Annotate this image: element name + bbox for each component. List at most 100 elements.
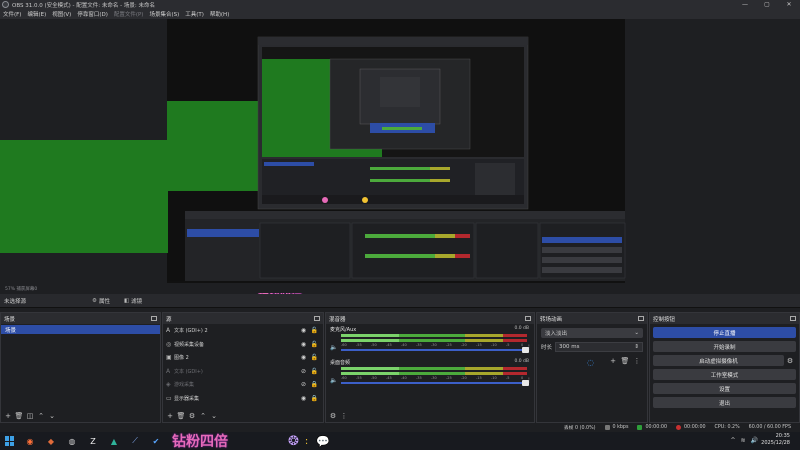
app-diamond-icon[interactable]: ◆ xyxy=(45,435,57,447)
duration-spinbox[interactable]: 300 ms ⇕ xyxy=(555,342,643,352)
add-scene-button[interactable]: + xyxy=(3,411,13,421)
menu-profile[interactable]: 配置文件(P) xyxy=(111,10,147,18)
volume-slider[interactable] xyxy=(341,380,529,386)
volume-slider[interactable] xyxy=(341,347,529,353)
spin-arrows-icon: ⇕ xyxy=(634,344,639,350)
check-app-icon[interactable]: ✔ xyxy=(150,435,162,447)
undock-icon[interactable] xyxy=(525,316,531,321)
sources-list: A 文本 (GDI+) 2 ◉ 🔓 ◎ 视频采集设备 ◉ 🔓 ▣ 图像 2 ◉ 🔓 A 文本 (GDI+)… xyxy=(163,324,323,405)
controls-dock-header: 控制按钮 xyxy=(650,313,799,324)
volume-icon[interactable]: 🔊 xyxy=(751,437,758,444)
eye-icon[interactable]: ◉ xyxy=(298,327,309,334)
scale-tick: -10 xyxy=(491,343,497,347)
source-list-item[interactable]: ▭ 显示器采集 ◉ 🔒 xyxy=(163,392,323,406)
add-source-button[interactable]: + xyxy=(165,411,175,421)
mixer-menu-button[interactable]: ⋮ xyxy=(339,411,349,421)
menu-edit[interactable]: 编辑(E) xyxy=(24,10,49,18)
add-transition-button[interactable]: + xyxy=(607,357,619,365)
source-list-item[interactable]: ◎ 视频采集设备 ◉ 🔓 xyxy=(163,338,323,352)
source-list-item[interactable]: ◈ 游戏采集 ⊘ 🔒 xyxy=(163,378,323,392)
unlock-icon[interactable]: 🔓 xyxy=(309,368,320,375)
move-up-button[interactable]: ⌃ xyxy=(36,411,46,421)
exit-button[interactable]: 退出 xyxy=(653,397,796,408)
triangle-app-icon[interactable]: ▲ xyxy=(108,435,120,447)
speaker-icon[interactable]: 🔈 xyxy=(330,344,337,351)
move-down-button[interactable]: ⌄ xyxy=(209,411,219,421)
settings-button[interactable]: 设置 xyxy=(653,383,796,394)
source-toolbar: 未选择源 ⚙ 属性 ◧ 滤镜 xyxy=(0,294,800,308)
eye-off-icon[interactable]: ⊘ xyxy=(298,381,309,388)
unlock-icon[interactable]: 🔓 xyxy=(309,341,320,348)
source-name: 文本 (GDI+) xyxy=(174,368,203,375)
menu-docks[interactable]: 停靠窗口(D) xyxy=(74,10,111,18)
properties-button[interactable]: ⚙ 属性 xyxy=(92,297,110,305)
scene-list-item[interactable]: 场景 xyxy=(1,325,160,334)
preview-area[interactable]: 钻粉四倍 xyxy=(0,19,800,300)
transition-duration-row: 时长 300 ms ⇕ xyxy=(541,342,643,352)
scale-tick: -20 xyxy=(461,343,467,347)
slash-app-icon[interactable]: ⟋ xyxy=(129,435,141,447)
source-list-item[interactable]: ▣ 图像 2 ◉ 🔓 xyxy=(163,351,323,365)
lock-icon[interactable]: 🔒 xyxy=(309,381,320,388)
menu-file[interactable]: 文件(F) xyxy=(0,10,24,18)
remove-transition-button[interactable]: 🗑 xyxy=(619,357,631,365)
transition-menu-button[interactable]: ⋮ xyxy=(631,357,643,365)
source-properties-button[interactable]: ⚙ xyxy=(187,411,197,421)
transition-select[interactable]: 淡入淡出 ⌄ xyxy=(541,328,643,338)
menu-scene-collection[interactable]: 场景集合(S) xyxy=(146,10,182,18)
transitions-dock: 转场动画 淡入淡出 ⌄ 时长 300 ms ⇕ + 🗑 ⋮ ◌ xyxy=(536,312,648,423)
eye-icon[interactable]: ◉ xyxy=(298,395,309,402)
scene-filters-button[interactable]: ◫ xyxy=(25,411,35,421)
speaker-icon[interactable]: 🔈 xyxy=(330,377,337,384)
eye-off-icon[interactable]: ⊘ xyxy=(298,368,309,375)
unlock-icon[interactable]: 🔓 xyxy=(309,354,320,361)
firefox-icon[interactable]: ◉ xyxy=(24,435,36,447)
green-block xyxy=(0,140,168,253)
channel-menu-icon[interactable]: ⋮ xyxy=(526,377,532,384)
taskbar-clock[interactable]: 20:35 2025/12/28 xyxy=(761,433,790,447)
menu-view[interactable]: 视图(V) xyxy=(49,10,74,18)
undock-icon[interactable] xyxy=(638,316,644,321)
undock-icon[interactable] xyxy=(151,316,157,321)
filters-button[interactable]: ◧ 滤镜 xyxy=(124,297,142,305)
volume-meter xyxy=(341,372,527,375)
filter-icon: ◧ xyxy=(123,297,130,304)
source-name: 游戏采集 xyxy=(174,382,195,389)
advanced-audio-button[interactable]: ⚙ xyxy=(328,411,338,421)
obs-icon[interactable]: ◍ xyxy=(66,435,78,447)
controls-dock-title: 控制按钮 xyxy=(653,316,676,323)
move-up-button[interactable]: ⌃ xyxy=(198,411,208,421)
undock-icon[interactable] xyxy=(790,316,796,321)
menu-help[interactable]: 帮助(H) xyxy=(207,10,232,18)
z-app-icon[interactable]: Z xyxy=(87,435,99,447)
windows-start-icon[interactable] xyxy=(5,436,15,446)
remove-scene-button[interactable]: 🗑 xyxy=(14,411,24,421)
close-button[interactable]: ✕ xyxy=(778,0,800,9)
maximize-button[interactable]: ▢ xyxy=(756,0,778,9)
sources-dock-title: 源 xyxy=(166,316,172,323)
undock-icon[interactable] xyxy=(314,316,320,321)
source-list-item[interactable]: A 文本 (GDI+) ⊘ 🔓 xyxy=(163,365,323,379)
start-virtual-camera-button[interactable]: 启动虚拟摄像机 xyxy=(653,355,784,366)
channel-menu-icon[interactable]: ⋮ xyxy=(526,344,532,351)
stop-streaming-button[interactable]: 停止直播 xyxy=(653,327,796,338)
move-down-button[interactable]: ⌄ xyxy=(47,411,57,421)
source-list-item[interactable]: A 文本 (GDI+) 2 ◉ 🔓 xyxy=(163,324,323,338)
cpu-usage-label: CPU: 0.2% xyxy=(714,425,740,430)
no-source-selected-label: 未选择源 xyxy=(4,298,27,305)
unlock-icon[interactable]: 🔓 xyxy=(309,327,320,334)
eye-icon[interactable]: ◉ xyxy=(298,341,309,348)
lock-icon[interactable]: 🔒 xyxy=(309,395,320,402)
eye-icon[interactable]: ◉ xyxy=(298,354,309,361)
scale-tick: -55 xyxy=(356,376,362,380)
minimize-button[interactable]: — xyxy=(734,0,756,9)
remove-source-button[interactable]: 🗑 xyxy=(176,411,186,421)
gear-icon[interactable]: ⚙ xyxy=(784,357,796,365)
wifi-icon[interactable]: ≋ xyxy=(740,437,745,444)
start-recording-button[interactable]: 开始录制 xyxy=(653,341,796,352)
chevron-up-icon[interactable]: ^ xyxy=(730,437,735,444)
scale-tick: -5 xyxy=(506,376,510,380)
menu-tools[interactable]: 工具(T) xyxy=(182,10,207,18)
studio-mode-button[interactable]: 工作室模式 xyxy=(653,369,796,380)
mixer-dock-footer: ⚙ ⋮ xyxy=(326,410,534,422)
